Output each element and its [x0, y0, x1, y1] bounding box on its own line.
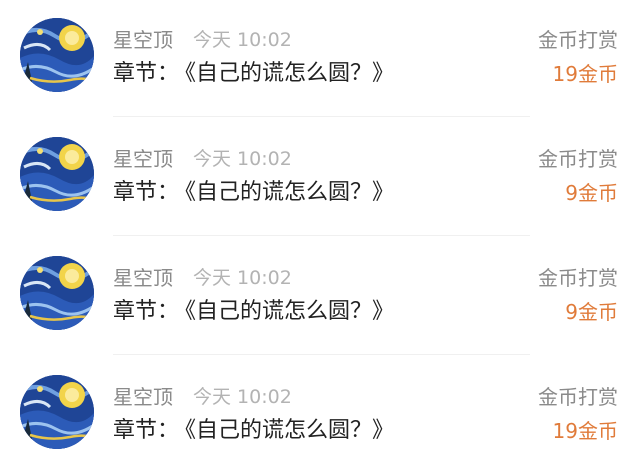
- tip-type-label: 金币打赏: [538, 147, 618, 171]
- list-item[interactable]: 星空顶 今天 10:02 章节： 《自己的谎怎么圆？》 金币打赏 19金币: [0, 357, 640, 470]
- tip-amount: 9金币: [565, 300, 618, 324]
- tip-type-label: 金币打赏: [538, 266, 618, 290]
- timestamp: 今天 10:02: [193, 386, 292, 408]
- tip-type-label: 金币打赏: [538, 385, 618, 409]
- chapter-label: 章节：: [113, 299, 180, 324]
- timestamp: 今天 10:02: [193, 267, 292, 289]
- chapter-label: 章节：: [113, 418, 180, 443]
- chapter-title[interactable]: 《自己的谎怎么圆？》: [185, 299, 394, 324]
- chapter-line: 章节： 《自己的谎怎么圆？》: [113, 298, 394, 326]
- username[interactable]: 星空顶: [113, 384, 173, 410]
- starry-night-avatar-icon: [20, 256, 94, 330]
- starry-night-avatar-icon: [20, 18, 94, 92]
- divider: [113, 354, 530, 355]
- list-item[interactable]: 星空顶 今天 10:02 章节： 《自己的谎怎么圆？》 金币打赏 9金币: [0, 238, 640, 357]
- tip-amount: 19金币: [552, 62, 618, 86]
- timestamp: 今天 10:02: [193, 29, 292, 51]
- reward-list: 星空顶 今天 10:02 章节： 《自己的谎怎么圆？》 金币打赏 19金币 星空顶: [0, 0, 640, 470]
- username[interactable]: 星空顶: [113, 265, 173, 291]
- starry-night-avatar-icon: [20, 375, 94, 449]
- username[interactable]: 星空顶: [113, 146, 173, 172]
- chapter-label: 章节：: [113, 180, 180, 205]
- tip-amount: 9金币: [565, 181, 618, 205]
- timestamp: 今天 10:02: [193, 148, 292, 170]
- avatar[interactable]: [20, 18, 94, 92]
- chapter-title[interactable]: 《自己的谎怎么圆？》: [185, 61, 394, 86]
- list-item[interactable]: 星空顶 今天 10:02 章节： 《自己的谎怎么圆？》 金币打赏 9金币: [0, 119, 640, 238]
- username[interactable]: 星空顶: [113, 27, 173, 53]
- avatar[interactable]: [20, 375, 94, 449]
- avatar[interactable]: [20, 256, 94, 330]
- chapter-line: 章节： 《自己的谎怎么圆？》: [113, 60, 394, 88]
- chapter-title[interactable]: 《自己的谎怎么圆？》: [185, 180, 394, 205]
- list-item[interactable]: 星空顶 今天 10:02 章节： 《自己的谎怎么圆？》 金币打赏 19金币: [0, 0, 640, 119]
- divider: [113, 116, 530, 117]
- tip-amount: 19金币: [552, 419, 618, 443]
- starry-night-avatar-icon: [20, 137, 94, 211]
- chapter-title[interactable]: 《自己的谎怎么圆？》: [185, 418, 394, 443]
- tip-type-label: 金币打赏: [538, 28, 618, 52]
- avatar[interactable]: [20, 137, 94, 211]
- chapter-line: 章节： 《自己的谎怎么圆？》: [113, 417, 394, 445]
- chapter-label: 章节：: [113, 61, 180, 86]
- chapter-line: 章节： 《自己的谎怎么圆？》: [113, 179, 394, 207]
- divider: [113, 235, 530, 236]
